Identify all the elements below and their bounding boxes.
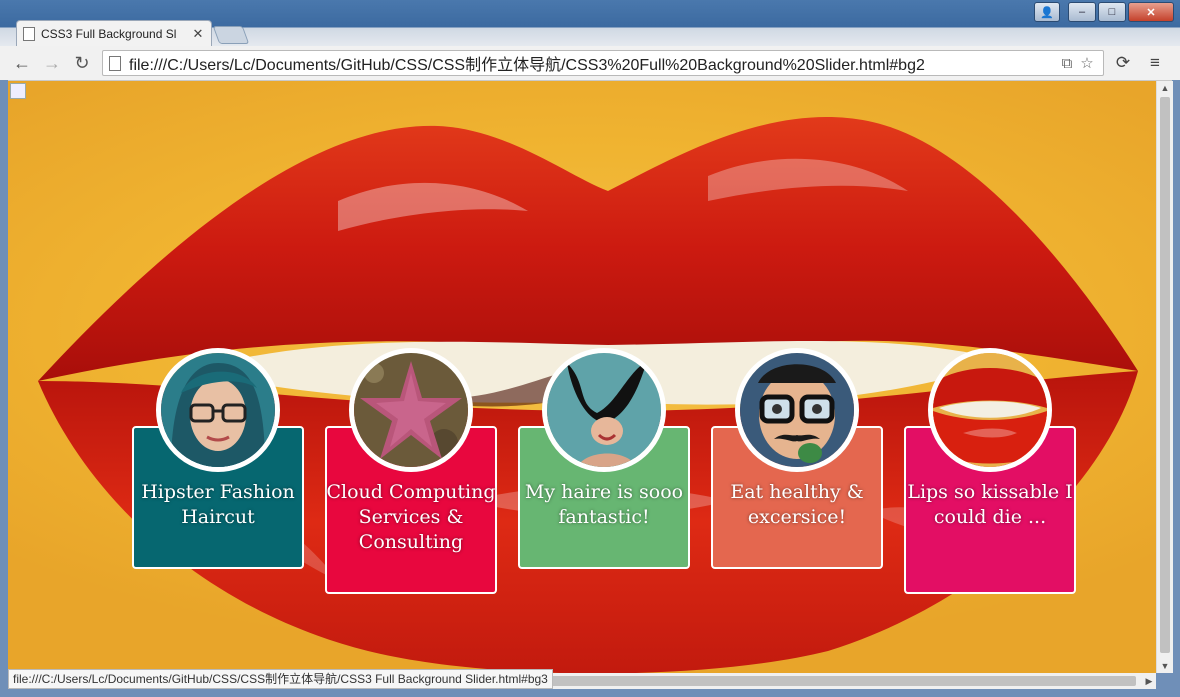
status-bar: file:///C:/Users/Lc/Documents/GitHub/CSS…	[8, 669, 553, 689]
reload-icon[interactable]: ↻	[70, 51, 94, 75]
broken-image-icon	[10, 83, 26, 99]
avatar-woman-hair-flying[interactable]	[542, 348, 666, 472]
new-tab-button[interactable]	[212, 26, 250, 44]
sync-icon[interactable]: ⟳	[1112, 52, 1134, 74]
address-url[interactable]: file:///C:/Users/Lc/Documents/GitHub/CSS…	[129, 51, 1057, 75]
slide-label: Eat healthy & excersice!	[730, 481, 864, 528]
vertical-scroll-thumb[interactable]	[1160, 97, 1170, 653]
tab-close-icon[interactable]: ✕	[191, 26, 205, 42]
window-controls: 👤 – □ ✕	[1034, 2, 1174, 22]
address-bar[interactable]: file:///C:/Users/Lc/Documents/GitHub/CSS…	[102, 50, 1104, 76]
avatar-man-with-glasses-mustache[interactable]	[735, 348, 859, 472]
maximize-button[interactable]: □	[1098, 2, 1126, 22]
avatar-lips-closeup[interactable]	[928, 348, 1052, 472]
slide-label: Hipster Fashion Haircut	[141, 481, 295, 528]
tab-title: CSS3 Full Background Sl	[41, 26, 177, 41]
window-frame-left	[0, 80, 8, 689]
avatar-starfish[interactable]	[349, 348, 473, 472]
close-window-button[interactable]: ✕	[1128, 2, 1174, 22]
browser-toolbar: ← → ↻ file:///C:/Users/Lc/Documents/GitH…	[0, 46, 1180, 81]
window-titlebar: CSS3 Full Background Sl ✕ 👤 – □ ✕	[0, 0, 1180, 46]
scroll-up-arrow-icon[interactable]: ▲	[1157, 81, 1173, 95]
translate-icon[interactable]: ⧉	[1057, 55, 1077, 72]
star-icon[interactable]: ☆	[1077, 54, 1097, 72]
slide-label: Lips so kissable I could die ...	[907, 481, 1073, 528]
window-frame-right	[1172, 80, 1180, 689]
user-icon[interactable]: 👤	[1034, 2, 1060, 22]
scroll-down-arrow-icon[interactable]: ▼	[1157, 659, 1173, 673]
vertical-scrollbar[interactable]: ▲ ▼	[1156, 81, 1173, 673]
forward-icon[interactable]: →	[40, 51, 64, 75]
page-icon	[23, 26, 35, 41]
window-frame-bottom	[0, 689, 1180, 697]
browser-tab[interactable]: CSS3 Full Background Sl ✕	[16, 20, 212, 46]
back-icon[interactable]: ←	[10, 51, 34, 75]
avatar-woman-with-glasses[interactable]	[156, 348, 280, 472]
slide-label: My haire is sooo fantastic!	[524, 481, 684, 528]
slide-label: Cloud Computing Services & Consulting	[326, 481, 496, 553]
menu-icon[interactable]: ≡	[1144, 52, 1166, 74]
file-icon	[109, 55, 121, 71]
scroll-right-arrow-icon[interactable]: ▶	[1142, 674, 1156, 688]
minimize-button[interactable]: –	[1068, 2, 1096, 22]
page-viewport: Hipster Fashion Haircut Cloud Computing …	[8, 81, 1156, 673]
